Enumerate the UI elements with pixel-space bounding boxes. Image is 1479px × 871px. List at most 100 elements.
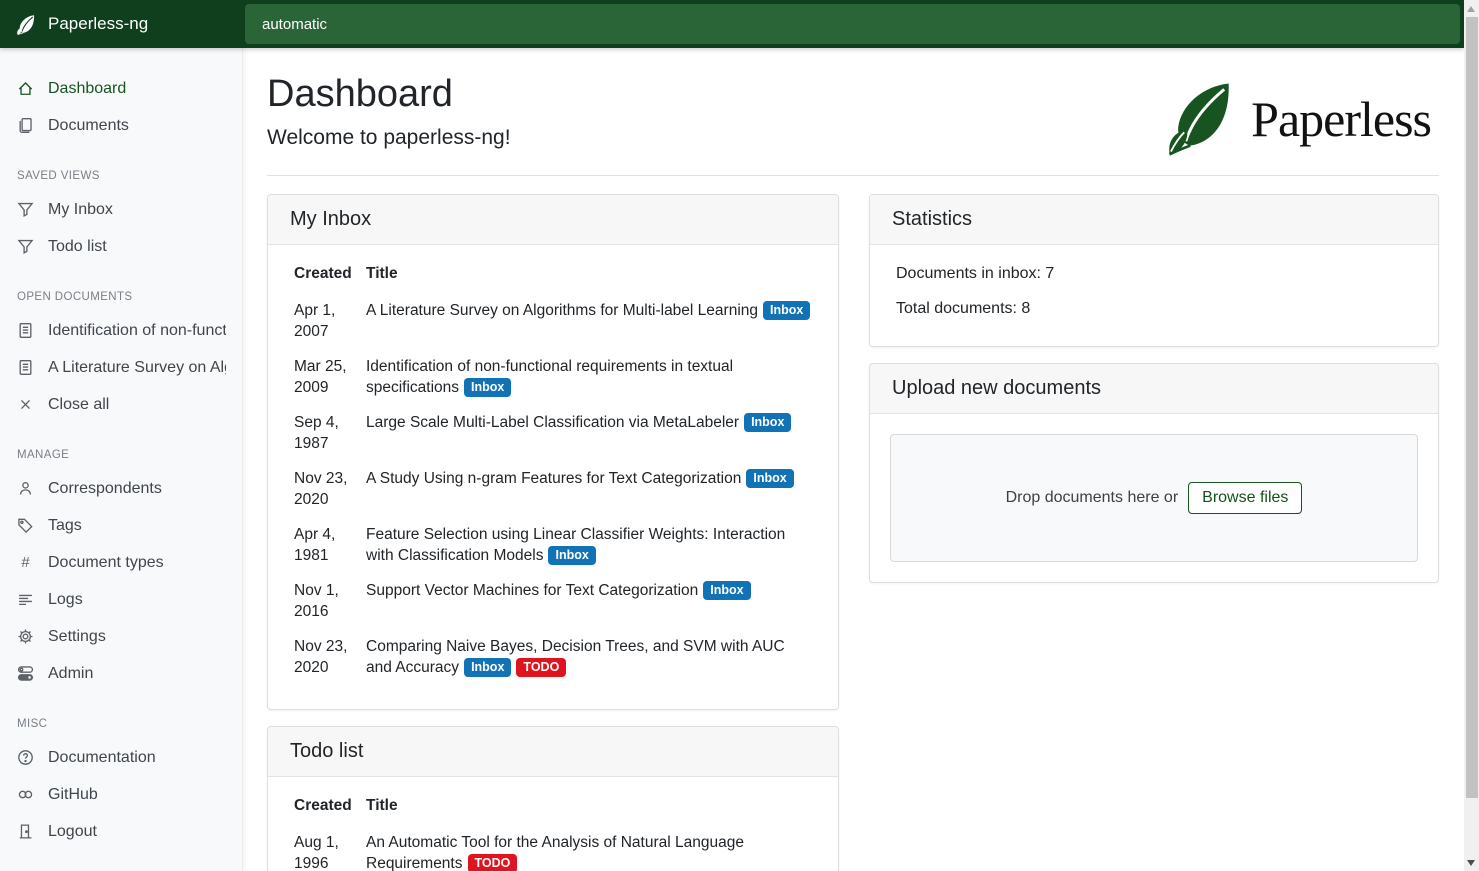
tag-badge[interactable]: Inbox (703, 581, 750, 600)
upload-dropzone[interactable]: Drop documents here or Browse files (890, 434, 1418, 562)
table-row: Nov 23, 2020 A Study Using n-gram Featur… (294, 461, 812, 517)
sidebar: Dashboard Documents SAVED VIEWS My Inbox… (0, 48, 243, 871)
paperless-app: Paperless-ng Dashboard Documents SAVED V… (0, 0, 1479, 871)
toggles-icon (17, 665, 34, 682)
leaf-icon (16, 14, 37, 35)
stat-total-count: Total documents: 8 (896, 300, 1412, 318)
inbox-table: Created Title Apr 1, 2007 A Literature S… (294, 265, 812, 685)
widget-title: My Inbox (268, 195, 838, 245)
sidebar-section-manage: MANAGE Correspondents Tags # Document ty… (0, 449, 242, 692)
sidebar-item-my-inbox[interactable]: My Inbox (0, 191, 242, 228)
tag-badge[interactable]: TODO (516, 658, 566, 677)
doc-link[interactable]: Support Vector Machines for Text Categor… (366, 582, 698, 599)
person-icon (17, 480, 34, 497)
sidebar-item-dashboard[interactable]: Dashboard (0, 70, 242, 107)
text-lines-icon (17, 591, 34, 608)
tag-badge[interactable]: TODO (468, 854, 518, 871)
doc-link[interactable]: A Literature Survey on Algorithms for Mu… (366, 302, 758, 319)
sidebar-item-admin[interactable]: Admin (0, 655, 242, 692)
doc-link[interactable]: Comparing Naive Bayes, Decision Trees, a… (366, 638, 785, 676)
browse-files-button[interactable]: Browse files (1188, 482, 1302, 514)
dropzone-text: Drop documents here or (1006, 489, 1179, 507)
doc-created: Nov 23, 2020 (294, 629, 366, 685)
sidebar-item-documentation[interactable]: Documentation (0, 739, 242, 776)
sidebar-item-logout[interactable]: Logout (0, 813, 242, 850)
sidebar-item-todo-list[interactable]: Todo list (0, 228, 242, 265)
widget-statistics: Statistics Documents in inbox: 7 Total d… (869, 194, 1439, 347)
paperless-logo: Paperless (1165, 80, 1439, 158)
doc-created: Mar 25, 2009 (294, 349, 366, 405)
leaf-logo-icon (1165, 80, 1239, 158)
sidebar-item-settings[interactable]: Settings (0, 618, 242, 655)
section-title: SAVED VIEWS (0, 170, 242, 182)
sidebar-section-saved-views: SAVED VIEWS My Inbox Todo list (0, 170, 242, 265)
page-title: Dashboard (267, 72, 511, 116)
sidebar-section-misc: MISC Documentation GitHub Logout (0, 718, 242, 850)
widget-title: Upload new documents (870, 364, 1438, 414)
file-text-icon (17, 359, 34, 376)
widget-title: Todo list (268, 727, 838, 777)
table-row: Nov 1, 2016 Support Vector Machines for … (294, 573, 812, 629)
tag-badge[interactable]: Inbox (548, 546, 595, 565)
funnel-icon (17, 201, 34, 218)
link-icon (17, 786, 34, 803)
column-header-title: Title (366, 265, 812, 293)
widget-todo-list: Todo list Created Title (267, 726, 839, 871)
todo-table: Created Title Aug 1, 1996 An Automatic T… (294, 797, 812, 871)
tag-icon (17, 517, 34, 534)
table-row: Aug 1, 1996 An Automatic Tool for the An… (294, 825, 812, 871)
table-row: Apr 1, 2007 A Literature Survey on Algor… (294, 293, 812, 349)
tag-badge[interactable]: Inbox (744, 413, 791, 432)
sidebar-item-correspondents[interactable]: Correspondents (0, 470, 242, 507)
brand[interactable]: Paperless-ng (0, 0, 243, 48)
sidebar-item-close-all[interactable]: Close all (0, 386, 242, 423)
column-header-title: Title (366, 797, 812, 825)
inbox-table-body: Apr 1, 2007 A Literature Survey on Algor… (294, 293, 812, 685)
gear-icon (17, 628, 34, 645)
doc-created: Sep 4, 1987 (294, 405, 366, 461)
scroll-up-arrow-icon[interactable] (1467, 6, 1475, 12)
question-circle-icon (17, 749, 34, 766)
page-header: Dashboard Welcome to paperless-ng! Paper… (267, 72, 1439, 176)
sidebar-item-github[interactable]: GitHub (0, 776, 242, 813)
tag-badge[interactable]: Inbox (464, 658, 511, 677)
files-icon (17, 117, 34, 134)
funnel-icon (17, 238, 34, 255)
section-title: MISC (0, 718, 242, 730)
column-header-created: Created (294, 265, 366, 293)
sidebar-item-open-doc-1[interactable]: Identification of non-functio… (0, 312, 242, 349)
sidebar-item-open-doc-2[interactable]: A Literature Survey on Algori… (0, 349, 242, 386)
scrollbar-thumb[interactable] (1466, 17, 1478, 798)
doc-created: Apr 4, 1981 (294, 517, 366, 573)
doc-created: Aug 1, 1996 (294, 825, 366, 871)
file-text-icon (17, 322, 34, 339)
sidebar-item-logs[interactable]: Logs (0, 581, 242, 618)
sidebar-item-document-types[interactable]: # Document types (0, 544, 242, 581)
sidebar-item-documents[interactable]: Documents (0, 107, 242, 144)
doc-created: Apr 1, 2007 (294, 293, 366, 349)
section-title: MANAGE (0, 449, 242, 461)
tag-badge[interactable]: Inbox (763, 301, 810, 320)
brand-label: Paperless-ng (48, 14, 148, 34)
doc-link[interactable]: Large Scale Multi-Label Classification v… (366, 414, 739, 431)
doc-created: Nov 23, 2020 (294, 461, 366, 517)
scrollbar[interactable] (1464, 0, 1479, 871)
scroll-down-arrow-icon[interactable] (1467, 860, 1475, 866)
widget-title: Statistics (870, 195, 1438, 245)
main-content: Dashboard Welcome to paperless-ng! Paper… (243, 48, 1464, 871)
hash-icon: # (17, 554, 34, 571)
sidebar-item-tags[interactable]: Tags (0, 507, 242, 544)
widget-upload: Upload new documents Drop documents here… (869, 363, 1439, 583)
door-icon (17, 823, 34, 840)
tag-badge[interactable]: Inbox (464, 378, 511, 397)
tag-badge[interactable]: Inbox (746, 469, 793, 488)
search-input[interactable] (245, 4, 1460, 44)
table-row: Nov 23, 2020 Comparing Naive Bayes, Deci… (294, 629, 812, 685)
section-title: OPEN DOCUMENTS (0, 291, 242, 303)
doc-link[interactable]: A Study Using n-gram Features for Text C… (366, 470, 741, 487)
sidebar-section-open-documents: OPEN DOCUMENTS Identification of non-fun… (0, 291, 242, 423)
doc-created: Nov 1, 2016 (294, 573, 366, 629)
table-row: Apr 4, 1981 Feature Selection using Line… (294, 517, 812, 573)
doc-link[interactable]: An Automatic Tool for the Analysis of Na… (366, 834, 744, 871)
doc-link[interactable]: Identification of non-functional require… (366, 358, 733, 396)
